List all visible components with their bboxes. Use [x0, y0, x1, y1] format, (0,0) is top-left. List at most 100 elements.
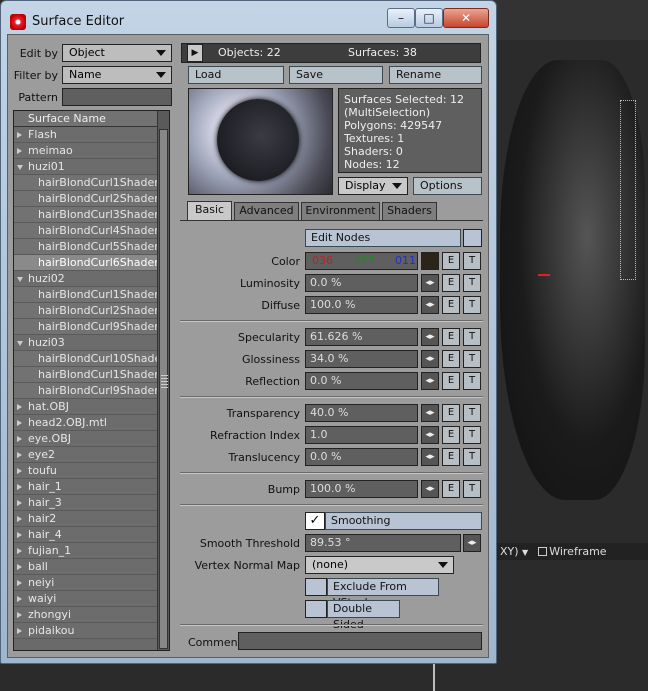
collapsed-arrow-icon[interactable] — [17, 468, 22, 474]
collapsed-arrow-icon[interactable] — [17, 132, 22, 138]
vertex-normal-map-dropdown[interactable]: (none) — [305, 556, 454, 574]
list-group[interactable]: eye.OBJ — [14, 431, 157, 447]
list-group[interactable]: neiyi — [14, 575, 157, 591]
translucency-envelope-button[interactable]: E — [442, 448, 460, 466]
rename-button[interactable]: Rename — [389, 66, 482, 84]
double-sided-checkbox[interactable] — [305, 600, 327, 618]
list-item[interactable]: hairBlondCurl1ShaderSG — [14, 367, 157, 383]
surface-preview[interactable] — [188, 88, 333, 195]
list-group[interactable]: eye2 — [14, 447, 157, 463]
list-item[interactable]: hairBlondCurl1ShaderSG — [14, 287, 157, 303]
tab-shaders[interactable]: Shaders — [382, 202, 437, 220]
smoothing-toggle[interactable]: Smoothing — [325, 512, 482, 530]
tab-advanced[interactable]: Advanced — [234, 202, 299, 220]
bump-envelope-button[interactable]: E — [442, 480, 460, 498]
color-field[interactable]: 036 027 011 — [305, 252, 418, 270]
glossiness-input[interactable]: 34.0 % — [305, 350, 418, 368]
diffuse-slider-arrows-icon[interactable]: ◂▸ — [421, 296, 439, 314]
glossiness-texture-button[interactable]: T — [463, 350, 481, 368]
list-item[interactable]: hairBlondCurl2ShaderSG — [14, 191, 157, 207]
luminosity-input[interactable]: 0.0 % — [305, 274, 418, 292]
color-texture-button[interactable]: T — [463, 252, 481, 270]
list-item[interactable]: hairBlondCurl10ShaderSG — [14, 351, 157, 367]
list-item[interactable]: hairBlondCurl2ShaderSG — [14, 303, 157, 319]
double-sided-toggle[interactable]: Double Sided — [327, 600, 400, 631]
tab-basic[interactable]: Basic — [187, 201, 232, 221]
refraction-texture-button[interactable]: T — [463, 426, 481, 444]
specularity-texture-button[interactable]: T — [463, 328, 481, 346]
reflection-texture-button[interactable]: T — [463, 372, 481, 390]
reflection-input[interactable]: 0.0 % — [305, 372, 418, 390]
collapsed-arrow-icon[interactable] — [17, 548, 22, 554]
comment-input[interactable] — [238, 632, 482, 650]
translucency-texture-button[interactable]: T — [463, 448, 481, 466]
bump-texture-button[interactable]: T — [463, 480, 481, 498]
transparency-texture-button[interactable]: T — [463, 404, 481, 422]
load-button[interactable]: Load — [188, 66, 284, 84]
collapsed-arrow-icon[interactable] — [17, 532, 22, 538]
reflection-envelope-button[interactable]: E — [442, 372, 460, 390]
transparency-envelope-button[interactable]: E — [442, 404, 460, 422]
options-button[interactable]: Options — [413, 177, 482, 195]
luminosity-slider-arrows-icon[interactable]: ◂▸ — [421, 274, 439, 292]
edit-nodes-extra-button[interactable] — [463, 229, 482, 247]
list-item[interactable]: hairBlondCurl9ShaderSG — [14, 383, 157, 399]
color-red[interactable]: 036 — [312, 253, 333, 269]
list-group[interactable]: Flash — [14, 127, 157, 143]
specularity-envelope-button[interactable]: E — [442, 328, 460, 346]
close-button[interactable]: ✕ — [443, 8, 489, 28]
collapsed-arrow-icon[interactable] — [17, 612, 22, 618]
collapsed-arrow-icon[interactable] — [17, 484, 22, 490]
expanded-arrow-icon[interactable] — [17, 341, 23, 346]
smooth-threshold-input[interactable]: 89.53 ° — [305, 534, 461, 552]
list-group[interactable]: pidaikou — [14, 623, 157, 639]
list-group[interactable]: head2.OBJ.mtl — [14, 415, 157, 431]
specularity-slider-arrows-icon[interactable]: ◂▸ — [421, 328, 439, 346]
bump-input[interactable]: 100.0 % — [305, 480, 418, 498]
list-item[interactable]: hairBlondCurl6ShaderSG — [14, 255, 157, 271]
play-button[interactable]: ▶ — [187, 44, 203, 62]
color-swatch[interactable] — [421, 252, 439, 270]
collapsed-arrow-icon[interactable] — [17, 596, 22, 602]
save-button[interactable]: Save — [289, 66, 383, 84]
collapsed-arrow-icon[interactable] — [17, 452, 22, 458]
list-header[interactable]: Surface Name — [14, 111, 157, 127]
maximize-button[interactable]: □ — [415, 8, 443, 28]
glossiness-slider-arrows-icon[interactable]: ◂▸ — [421, 350, 439, 368]
list-group[interactable]: zhongyi — [14, 607, 157, 623]
smoothing-checkbox[interactable]: ✓ — [305, 512, 325, 530]
collapsed-arrow-icon[interactable] — [17, 500, 22, 506]
smooth-threshold-arrows-icon[interactable]: ◂▸ — [463, 534, 481, 552]
display-dropdown[interactable]: Display — [338, 177, 408, 195]
viewport-mode-label[interactable]: Wireframe — [549, 545, 606, 558]
list-group[interactable]: huzi03 — [14, 335, 157, 351]
collapsed-arrow-icon[interactable] — [17, 148, 22, 154]
color-green[interactable]: 027 — [354, 253, 375, 269]
list-group[interactable]: huzi02 — [14, 271, 157, 287]
tab-environment[interactable]: Environment — [301, 202, 380, 220]
list-item[interactable]: hairBlondCurl5ShaderSG — [14, 239, 157, 255]
diffuse-input[interactable]: 100.0 % — [305, 296, 418, 314]
edit-nodes-button[interactable]: Edit Nodes — [305, 229, 461, 247]
chevron-down-icon[interactable]: ▼ — [522, 548, 528, 557]
refraction-envelope-button[interactable]: E — [442, 426, 460, 444]
list-item[interactable]: hairBlondCurl4ShaderSG — [14, 223, 157, 239]
list-group[interactable]: toufu — [14, 463, 157, 479]
minimize-button[interactable]: – — [387, 8, 415, 28]
diffuse-envelope-button[interactable]: E — [442, 296, 460, 314]
color-blue[interactable]: 011 — [395, 253, 416, 269]
luminosity-envelope-button[interactable]: E — [442, 274, 460, 292]
surface-list[interactable]: Surface Name Flash meimao huzi01 hairBlondC… — [13, 110, 170, 651]
list-item[interactable]: hairBlondCurl9ShaderSG — [14, 319, 157, 335]
list-group[interactable]: hair_1 — [14, 479, 157, 495]
list-group[interactable]: fujian_1 — [14, 543, 157, 559]
transparency-slider-arrows-icon[interactable]: ◂▸ — [421, 404, 439, 422]
transparency-input[interactable]: 40.0 % — [305, 404, 418, 422]
collapsed-arrow-icon[interactable] — [17, 420, 22, 426]
list-group[interactable]: hair_3 — [14, 495, 157, 511]
bump-slider-arrows-icon[interactable]: ◂▸ — [421, 480, 439, 498]
list-group[interactable]: waiyi — [14, 591, 157, 607]
list-group[interactable]: hat.OBJ — [14, 399, 157, 415]
list-group[interactable]: meimao — [14, 143, 157, 159]
collapsed-arrow-icon[interactable] — [17, 404, 22, 410]
